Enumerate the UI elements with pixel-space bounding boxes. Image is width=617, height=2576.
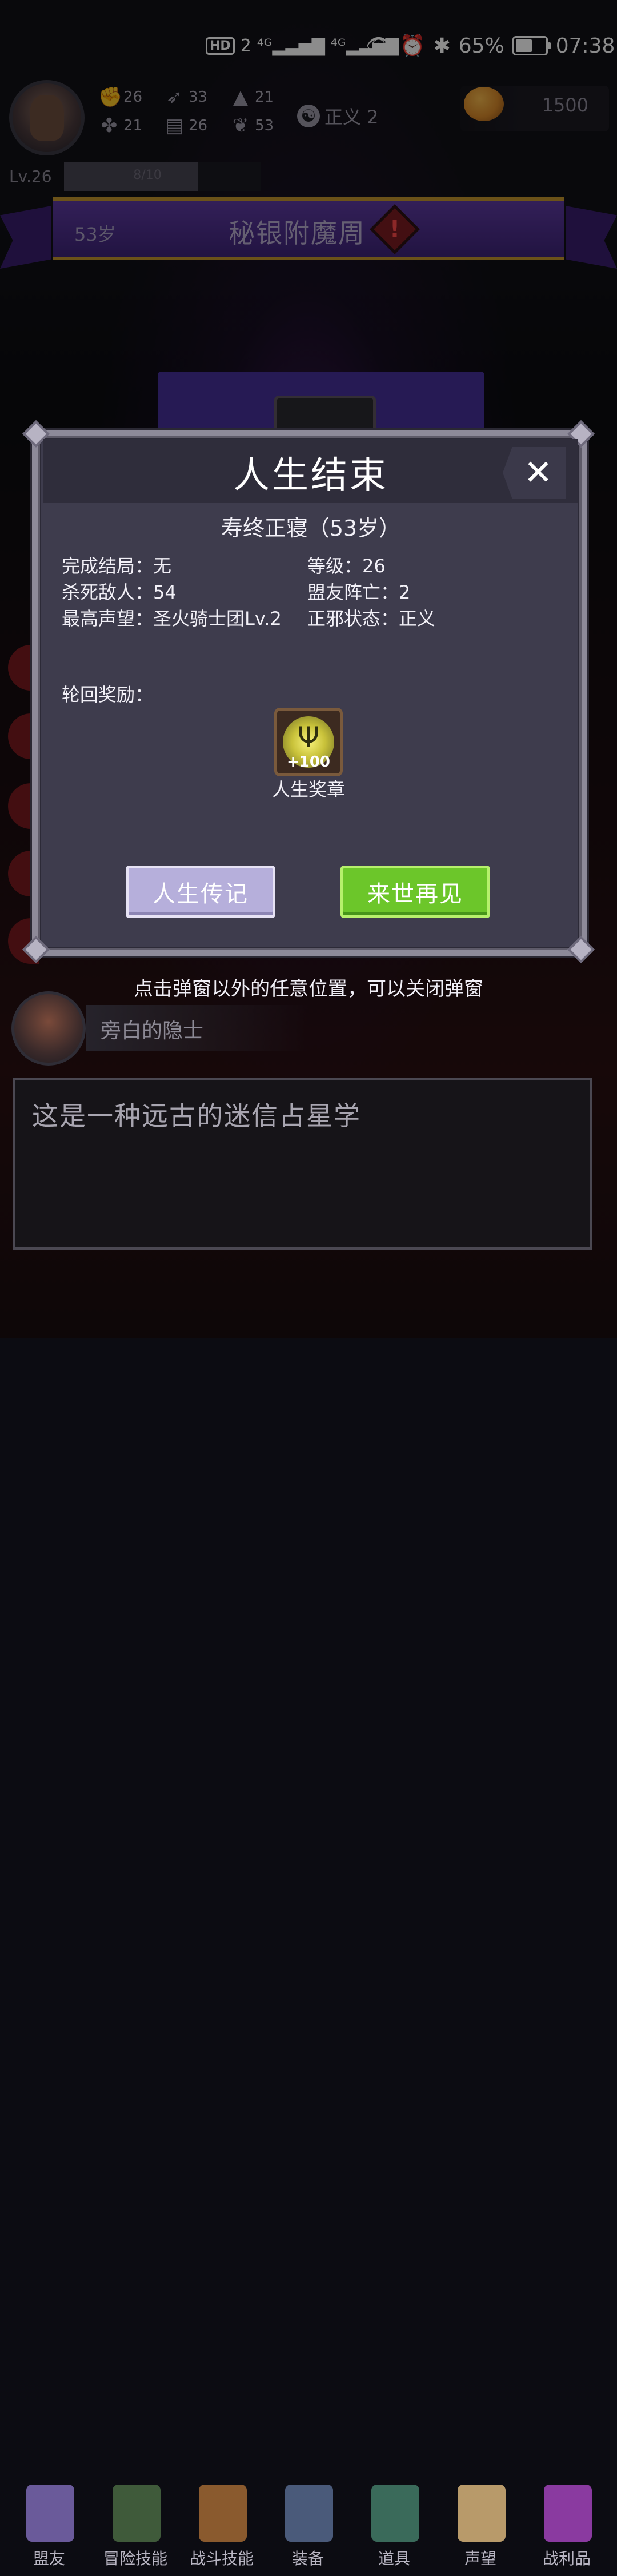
nav-label: 道具 [378, 2549, 410, 2568]
nav-equipment[interactable]: 装备 [268, 2485, 348, 2576]
reward-name: 人生奖章 [271, 779, 345, 800]
nav-label: 装备 [291, 2549, 324, 2568]
rewards-label: 轮回奖励： [62, 684, 154, 705]
dialog-text: 这是一种远古的迷信占星学 [32, 1100, 361, 1131]
nav-combat-skills[interactable]: 战斗技能 [182, 2485, 262, 2576]
stat-allies-lost: 盟友阵亡：2 [307, 581, 411, 603]
pouch-icon [371, 2485, 419, 2542]
nav-allies[interactable]: 盟友 [9, 2485, 89, 2576]
nav-label: 盟友 [33, 2549, 65, 2568]
nav-items[interactable]: 道具 [354, 2485, 434, 2576]
scroll-icon [458, 2485, 506, 2542]
stat-kills: 杀死敌人：54 [62, 581, 177, 603]
stat-alignment: 正邪状态：正义 [307, 608, 436, 629]
next-life-button[interactable]: 来世再见 [340, 866, 490, 918]
spellbook-icon [113, 2485, 161, 2542]
npc-avatar [11, 991, 86, 1066]
bottom-nav: 盟友 冒险技能 战斗技能 装备 道具 声望 战利品 [0, 1241, 617, 2568]
crossed-swords-icon [285, 2485, 333, 2542]
stat-endings: 完成结局：无 [62, 555, 172, 577]
nav-adventure-skills[interactable]: 冒险技能 [95, 2485, 175, 2576]
backpack-icon [199, 2485, 247, 2542]
stat-level: 等级：26 [307, 555, 386, 577]
allies-icon [26, 2485, 74, 2542]
nav-reputation[interactable]: 声望 [440, 2485, 520, 2576]
modal-title: 人生结束 [233, 454, 388, 497]
stat-reputation: 最高声望：圣火骑士团Lv.2 [62, 608, 282, 629]
close-hint: 点击弹窗以外的任意位置，可以关闭弹窗 [134, 978, 483, 1000]
npc-name: 旁白的隐士 [101, 1019, 204, 1043]
nav-loot[interactable]: 战利品 [527, 2485, 607, 2576]
death-cause: 寿终正寝（53岁） [221, 516, 401, 541]
trident-icon: Ψ [297, 721, 320, 754]
nav-label: 战斗技能 [189, 2549, 254, 2568]
nav-label: 声望 [464, 2549, 496, 2568]
close-icon: ✕ [523, 453, 553, 493]
reward-count: +100 [286, 753, 331, 771]
nav-label: 战利品 [542, 2549, 591, 2568]
biography-button[interactable]: 人生传记 [126, 866, 275, 918]
treasure-chest-icon [544, 2485, 592, 2542]
nav-label: 冒险技能 [103, 2549, 167, 2568]
close-button[interactable]: ✕ [503, 447, 566, 499]
